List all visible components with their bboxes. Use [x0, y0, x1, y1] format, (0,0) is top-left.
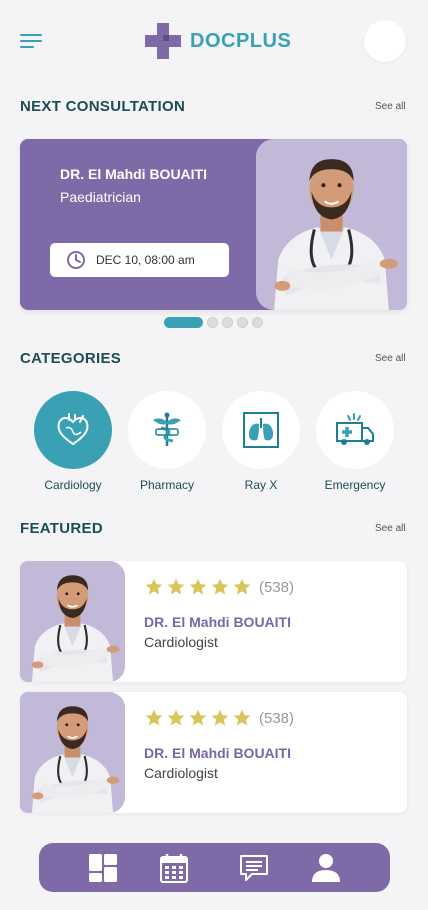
see-all-featured-link[interactable]: See all	[375, 523, 406, 534]
featured-doctor-specialty: Cardiologist	[144, 765, 218, 781]
carousel-dot-1[interactable]	[164, 317, 203, 328]
next-consultation-title: NEXT CONSULTATION	[20, 98, 186, 115]
consultation-date-chip[interactable]: DEC 10, 08:00 am	[50, 243, 229, 277]
categories-title: CATEGORIES	[20, 350, 122, 367]
featured-title: FEATURED	[20, 520, 103, 537]
nav-profile[interactable]	[309, 851, 343, 885]
ambulance-icon	[336, 413, 374, 445]
consultation-doctor-name: DR. El Mahdi BOUAITI	[60, 166, 207, 182]
doctor-photo	[20, 692, 125, 813]
heart-icon	[57, 413, 89, 446]
lungs-xray-icon	[243, 412, 279, 448]
chat-icon	[240, 855, 268, 881]
category-label: Ray X	[244, 478, 278, 492]
star-icon	[210, 708, 230, 728]
nav-messages[interactable]	[237, 851, 271, 885]
category-emergency[interactable]: Emergency	[315, 391, 395, 492]
see-all-categories-link[interactable]: See all	[375, 353, 406, 364]
carousel-dot-2[interactable]	[207, 317, 218, 328]
featured-doctor-card[interactable]: (538) DR. El Mahdi BOUAITI Cardiologist	[20, 692, 407, 813]
menu-icon[interactable]	[20, 34, 42, 50]
rating-stars: (538)	[144, 708, 294, 728]
medical-cross-icon	[145, 23, 181, 59]
category-pharmacy[interactable]: Pharmacy	[127, 391, 207, 492]
clock-icon	[67, 251, 85, 269]
dashboard-icon	[89, 854, 117, 882]
next-consultation-card[interactable]: DR. El Mahdi BOUAITI Paediatrician DEC 1…	[20, 139, 407, 310]
star-icon	[188, 577, 208, 597]
rating-stars: (538)	[144, 577, 294, 597]
star-icon	[166, 708, 186, 728]
review-count: (538)	[259, 709, 295, 727]
consultation-specialty: Paediatrician	[60, 189, 141, 205]
star-icon	[144, 577, 164, 597]
category-label: Emergency	[324, 478, 386, 492]
brand-name: DOCPLUS	[190, 29, 292, 52]
featured-doctor-name: DR. El Mahdi BOUAITI	[144, 614, 291, 630]
star-icon	[144, 708, 164, 728]
consultation-datetime: DEC 10, 08:00 am	[96, 253, 195, 267]
featured-doctor-specialty: Cardiologist	[144, 634, 218, 650]
category-cardiology[interactable]: Cardiology	[33, 391, 113, 492]
nav-calendar[interactable]	[157, 851, 191, 885]
category-ray-x[interactable]: Ray X	[221, 391, 301, 492]
featured-doctor-name: DR. El Mahdi BOUAITI	[144, 745, 291, 761]
category-label: Cardiology	[44, 478, 102, 492]
carousel-indicator	[164, 317, 263, 328]
calendar-icon	[160, 854, 188, 883]
review-count: (538)	[259, 578, 295, 596]
star-icon	[166, 577, 186, 597]
nav-dashboard[interactable]	[86, 851, 120, 885]
star-icon	[232, 577, 252, 597]
doctor-photo	[20, 561, 125, 682]
logo: DOCPLUS	[144, 22, 291, 60]
star-icon	[188, 708, 208, 728]
carousel-dot-5[interactable]	[252, 317, 263, 328]
caduceus-icon	[153, 412, 181, 446]
bottom-navigation	[39, 843, 390, 892]
carousel-dot-3[interactable]	[222, 317, 233, 328]
featured-doctor-card[interactable]: (538) DR. El Mahdi BOUAITI Cardiologist	[20, 561, 407, 682]
star-icon	[232, 708, 252, 728]
carousel-dot-4[interactable]	[237, 317, 248, 328]
see-all-consultations-link[interactable]: See all	[375, 101, 406, 112]
profile-icon	[312, 854, 340, 882]
doctor-photo	[256, 139, 407, 310]
star-icon	[210, 577, 230, 597]
category-label: Pharmacy	[139, 478, 195, 492]
user-avatar[interactable]	[364, 20, 406, 62]
